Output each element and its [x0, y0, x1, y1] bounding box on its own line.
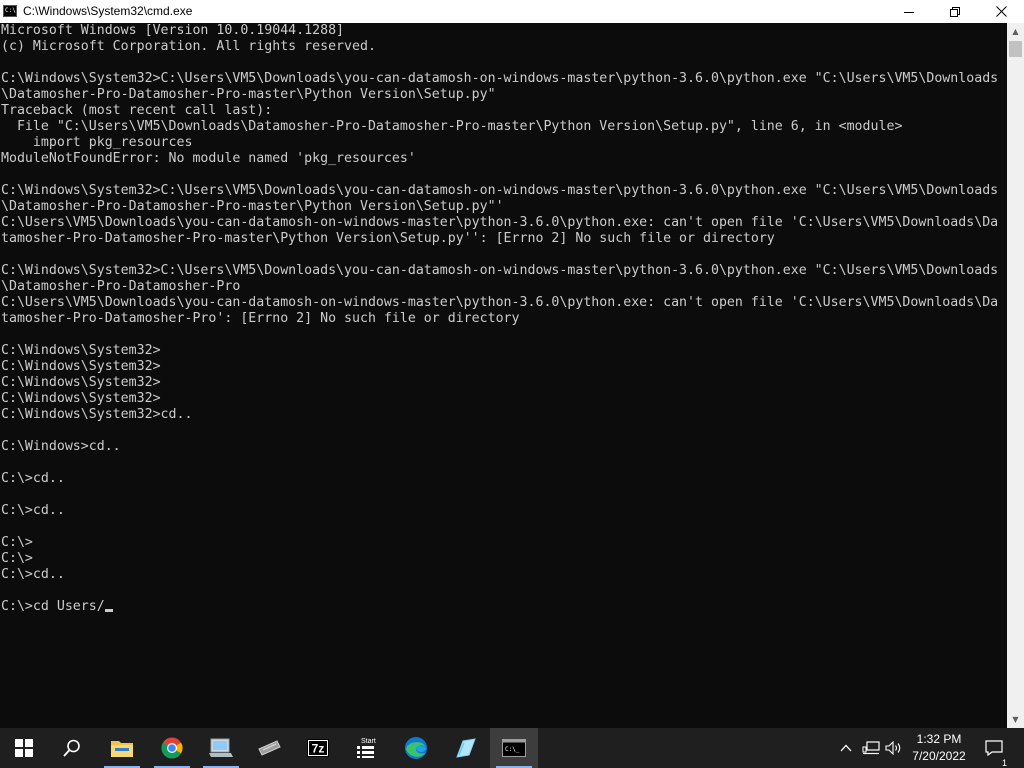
notification-icon	[985, 740, 1003, 756]
minimize-button[interactable]	[886, 0, 932, 23]
keyboard-app-button[interactable]	[245, 728, 293, 768]
console-line: C:\Windows>cd..	[1, 439, 121, 454]
notification-count: 1	[1001, 758, 1007, 768]
chevron-up-icon	[840, 744, 852, 752]
console-line: import pkg_resources	[1, 135, 193, 150]
cmd-taskbar-button[interactable]: C:\_	[490, 728, 538, 768]
close-button[interactable]	[978, 0, 1024, 23]
console-line: \Datamosher-Pro-Datamosher-Pro	[1, 279, 241, 294]
scroll-up-arrow-icon[interactable]: ▲	[1007, 23, 1024, 40]
console-line: C:\Windows\System32>C:\Users\VM5\Downloa…	[1, 71, 999, 86]
system-clock[interactable]: 1:32 PM 7/20/2022	[904, 731, 974, 765]
console-line: \Datamosher-Pro-Datamosher-Pro-master\Py…	[1, 199, 504, 214]
console-line: File "C:\Users\VM5\Downloads\Datamosher-…	[1, 119, 903, 134]
console-line: C:\>cd..	[1, 471, 65, 486]
console-line: C:\>	[1, 535, 33, 550]
restore-button[interactable]	[932, 0, 978, 23]
network-icon	[862, 741, 880, 755]
computer-button[interactable]	[197, 728, 245, 768]
svg-text:C:\_: C:\_	[505, 746, 520, 753]
window-title: C:\Windows\System32\cmd.exe	[23, 4, 193, 18]
volume-button[interactable]	[883, 728, 905, 768]
7z-icon: 7z	[307, 739, 329, 757]
search-icon	[63, 739, 80, 757]
chrome-icon	[161, 737, 183, 759]
notepad-app-button[interactable]	[441, 728, 489, 768]
keyboard-icon	[258, 740, 281, 756]
taskbar: 7z C:\_ 1:32 PM 7/20/2022 1	[0, 728, 1024, 768]
network-button[interactable]	[859, 728, 883, 768]
console-line: tamosher-Pro-Datamosher-Pro': [Errno 2] …	[1, 311, 520, 326]
pen-icon	[456, 738, 476, 758]
console-line: C:\>cd..	[1, 503, 65, 518]
console-line: C:\Windows\System32>cd..	[1, 407, 193, 422]
start-app-button[interactable]	[343, 728, 391, 768]
search-button[interactable]	[48, 728, 96, 768]
windows-logo-icon	[15, 739, 33, 757]
console-line: \Datamosher-Pro-Datamosher-Pro-master\Py…	[1, 87, 496, 102]
cmd-app-icon[interactable]: C:\	[3, 5, 17, 17]
console-line: C:\Windows\System32>	[1, 391, 161, 406]
console-line: Traceback (most recent call last):	[1, 103, 273, 118]
minimize-icon	[904, 11, 914, 13]
console-line: C:\Windows\System32>C:\Users\VM5\Downloa…	[1, 183, 999, 198]
show-hidden-icons-button[interactable]	[836, 728, 856, 768]
console-line: C:\Windows\System32>	[1, 375, 161, 390]
start-button[interactable]	[0, 728, 48, 768]
console-output[interactable]: Microsoft Windows [Version 10.0.19044.12…	[0, 23, 1007, 728]
vertical-scrollbar[interactable]: ▲ ▼	[1007, 23, 1024, 728]
action-center-button[interactable]: 1	[980, 728, 1008, 768]
chrome-button[interactable]	[148, 728, 196, 768]
scroll-down-arrow-icon[interactable]: ▼	[1007, 711, 1024, 728]
clock-time: 1:32 PM	[916, 732, 962, 746]
svg-text:7z: 7z	[312, 742, 325, 756]
computer-icon	[209, 738, 233, 757]
file-explorer-button[interactable]	[98, 728, 146, 768]
console-line: Microsoft Windows [Version 10.0.19044.12…	[1, 23, 345, 38]
console-line: C:\Users\VM5\Downloads\you-can-datamosh-…	[1, 295, 999, 310]
restore-icon	[950, 6, 960, 17]
folder-icon	[111, 741, 133, 757]
console-line: C:\Users\VM5\Downloads\you-can-datamosh-…	[1, 215, 999, 230]
cmd-icon: C:\_	[502, 739, 526, 757]
console-line: C:\>	[1, 551, 33, 566]
speaker-icon	[885, 741, 901, 755]
clock-date: 7/20/2022	[912, 749, 966, 763]
console-line: ModuleNotFoundError: No module named 'pk…	[1, 151, 416, 166]
scroll-thumb[interactable]	[1009, 41, 1022, 57]
7zip-button[interactable]: 7z	[294, 728, 342, 768]
edge-button[interactable]	[392, 728, 440, 768]
console-line: (c) Microsoft Corporation. All rights re…	[1, 39, 376, 54]
edge-icon	[405, 737, 427, 759]
console-current-prompt[interactable]: C:\>cd Users/	[1, 599, 105, 614]
console-line: C:\Windows\System32>C:\Users\VM5\Downloa…	[1, 263, 999, 278]
console-line: C:\Windows\System32>	[1, 343, 161, 358]
start-app-label: Start	[361, 738, 376, 745]
console-text: Microsoft Windows [Version 10.0.19044.12…	[0, 23, 1007, 615]
console-line: C:\>cd..	[1, 567, 65, 582]
text-cursor	[104, 609, 113, 612]
title-bar[interactable]: C:\ C:\Windows\System32\cmd.exe	[0, 0, 1024, 23]
console-line: tamosher-Pro-Datamosher-Pro-master\Pytho…	[1, 231, 775, 246]
close-icon	[995, 6, 1007, 17]
console-line: C:\Windows\System32>	[1, 359, 161, 374]
